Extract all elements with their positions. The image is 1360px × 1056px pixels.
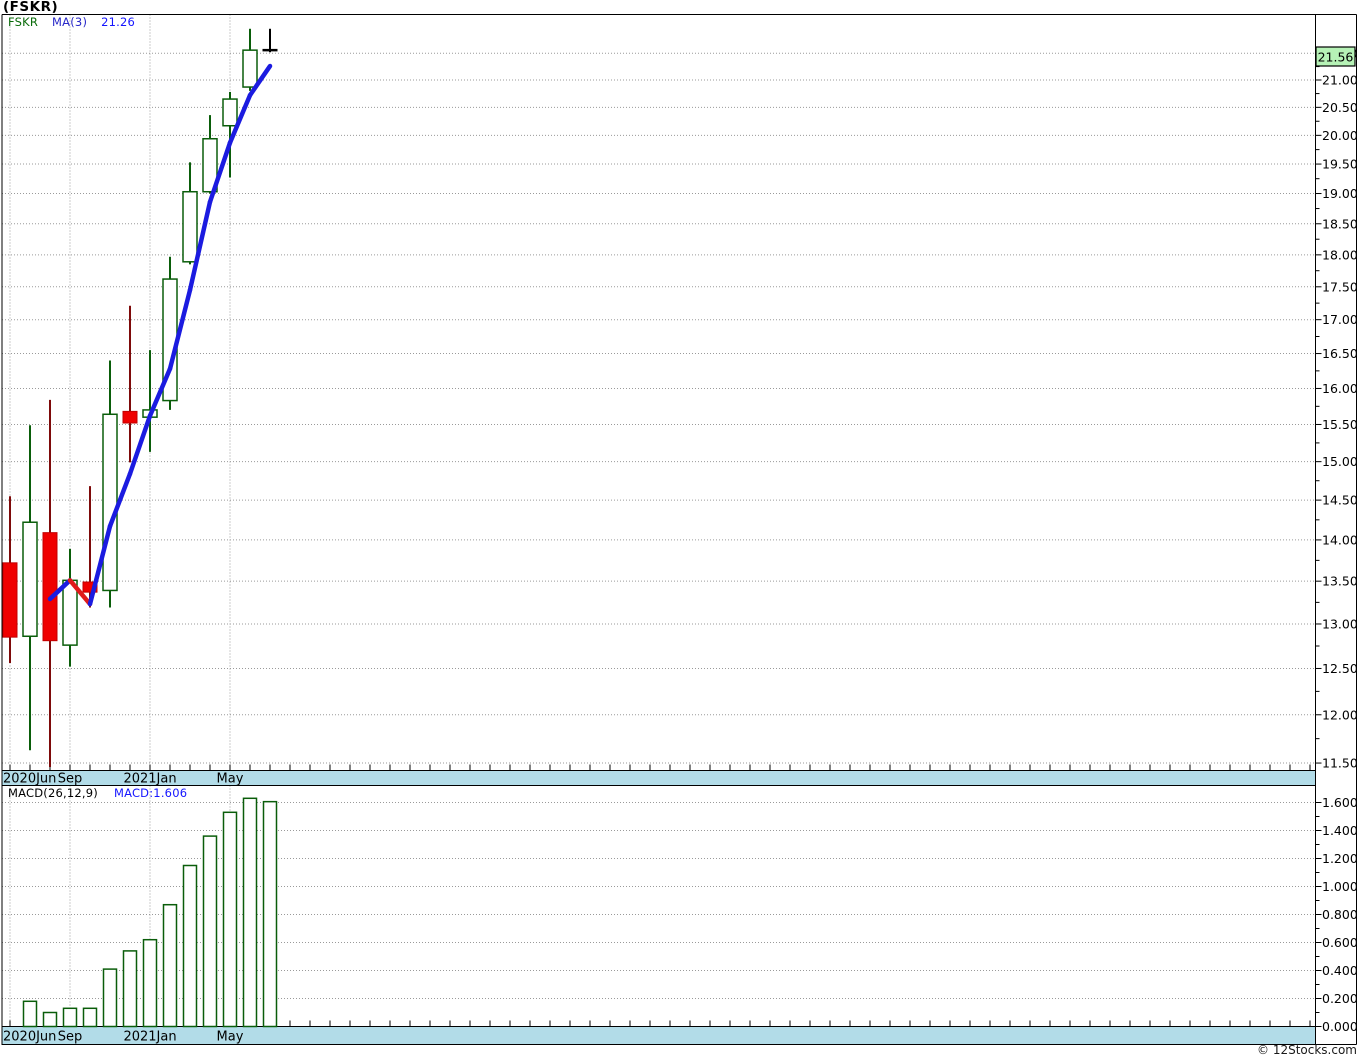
- x-axis-label: 2020Jun: [3, 1030, 56, 1045]
- symbol-label: FSKR: [8, 15, 39, 29]
- x-axis-label: Sep: [58, 772, 83, 787]
- macd-bar: [262, 800, 278, 1028]
- macd-axis-label: 1.200: [1322, 851, 1358, 866]
- macd-bar: [202, 835, 218, 1028]
- ma-indicator-value: 21.26: [101, 15, 136, 29]
- ma-indicator-label: MA(3): [52, 15, 88, 29]
- price-axis-label: 19.00: [1322, 186, 1358, 201]
- macd-legend: MACD(26,12,9) MACD:1.606: [8, 786, 187, 800]
- price-axis-label: 16.50: [1322, 346, 1358, 361]
- price-axis-label: 20.00: [1322, 128, 1358, 143]
- macd-axis-label: 0.600: [1322, 935, 1358, 950]
- price-axis-label: 15.00: [1322, 454, 1358, 469]
- macd-axis-label: 1.600: [1322, 795, 1358, 810]
- macd-axis-label: 1.000: [1322, 879, 1358, 894]
- price-axis-label: 15.50: [1322, 417, 1358, 432]
- macd-bar: [122, 950, 138, 1028]
- stock-chart-page: (FSKR) 2020Jun 2020Jun Sep Sep 2021Jan 2021Ja…: [0, 0, 1360, 1056]
- price-axis-label: 18.50: [1322, 216, 1358, 231]
- price-axis-label: 14.00: [1322, 532, 1358, 547]
- copyright-watermark: © 12Stocks.com: [1257, 1043, 1357, 1056]
- candle-body: [62, 579, 78, 646]
- macd-bar: [22, 1000, 38, 1028]
- candle-body: [102, 413, 118, 592]
- macd-axis-label: 0.000: [1322, 1019, 1358, 1034]
- x-axis-band: [1, 1026, 1316, 1045]
- macd-bar: [222, 811, 238, 1028]
- main-chart-legend: FSKR MA(3) 21.26: [8, 15, 135, 29]
- x-axis-band: [1, 770, 1316, 786]
- x-axis-label: 2021Jan: [123, 1030, 176, 1045]
- price-axis-label: 17.00: [1322, 312, 1358, 327]
- candle-body: [222, 98, 238, 127]
- macd-bar: [142, 938, 158, 1028]
- macd-params-label: MACD(26,12,9): [8, 786, 98, 800]
- macd-bar: [82, 1007, 98, 1028]
- x-axis-label: Sep: [58, 1030, 83, 1045]
- candle-body: [42, 532, 58, 642]
- x-axis-label: May: [217, 1030, 244, 1045]
- macd-axis-label: 1.400: [1322, 823, 1358, 838]
- chart-canvas: 2020Jun2020JunSepSep2021Jan2021JanMayMay…: [1, 14, 1358, 1045]
- macd-bar: [62, 1007, 78, 1028]
- x-axis-label: May: [217, 772, 244, 787]
- price-axis-label: 13.00: [1322, 616, 1358, 631]
- price-axis-label: 13.50: [1322, 574, 1358, 589]
- candle-body: [242, 49, 258, 88]
- last-price-value: 21.56: [1318, 50, 1354, 65]
- macd-bar: [102, 968, 118, 1028]
- price-axis-label: 11.50: [1322, 756, 1358, 771]
- macd-value-label: MACD:1.606: [113, 786, 188, 800]
- price-axis-label: 14.50: [1322, 493, 1358, 508]
- price-axis-label: 17.50: [1322, 279, 1358, 294]
- price-axis-label: 18.00: [1322, 247, 1358, 262]
- macd-axis-label: 0.400: [1322, 963, 1358, 978]
- x-axis-label: 2021Jan: [123, 772, 176, 787]
- x-axis-label: 2020Jun: [3, 772, 56, 787]
- price-axis-label: 20.50: [1322, 100, 1358, 115]
- candle-body: [122, 410, 138, 424]
- macd-axis-label: 0.200: [1322, 991, 1358, 1006]
- price-axis-label: 12.50: [1322, 661, 1358, 676]
- macd-bar: [162, 903, 178, 1028]
- macd-bar: [242, 797, 258, 1028]
- price-axis-label: 12.00: [1322, 707, 1358, 722]
- candle-body: [22, 521, 38, 638]
- candle-body: [182, 190, 198, 263]
- candle-body: [2, 562, 18, 638]
- price-axis-label: 19.50: [1322, 157, 1358, 172]
- price-axis-label: 21.00: [1322, 73, 1358, 88]
- macd-bar: [182, 864, 198, 1028]
- macd-axis-label: 0.800: [1322, 907, 1358, 922]
- price-axis-label: 16.00: [1322, 381, 1358, 396]
- macd-bar: [42, 1011, 58, 1028]
